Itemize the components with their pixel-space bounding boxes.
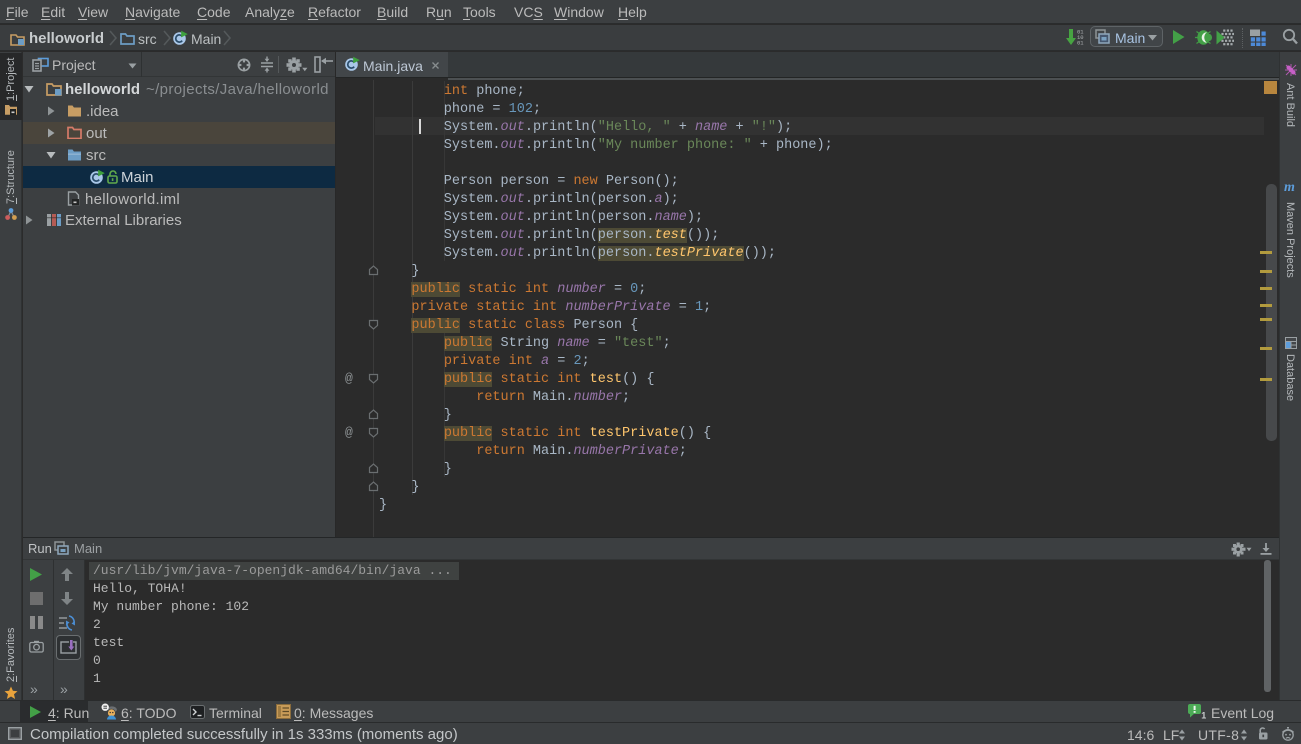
svg-text:1: 1 xyxy=(1201,711,1206,721)
svg-text:01: 01 xyxy=(1077,40,1084,47)
